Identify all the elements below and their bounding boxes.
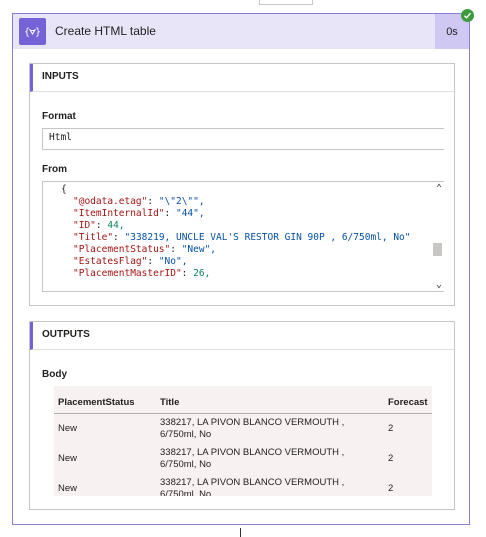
cell-placement-status: New bbox=[58, 423, 78, 434]
action-header[interactable]: { } Create HTML table 0s bbox=[13, 14, 469, 49]
from-label: From bbox=[42, 164, 67, 175]
svg-text:{: { bbox=[24, 27, 30, 38]
table-row: New 338217, LA PIVON BLANCO VERMOUTH , 6… bbox=[54, 474, 432, 496]
checkmark-icon bbox=[461, 9, 474, 22]
column-header: Title bbox=[156, 386, 384, 414]
cell-title: 338217, LA PIVON BLANCO VERMOUTH , 6/750… bbox=[160, 447, 345, 470]
cell-title: 338217, LA PIVON BLANCO VERMOUTH , 6/750… bbox=[160, 417, 345, 440]
outputs-panel: OUTPUTS Body PlacementStatus Title Forec… bbox=[29, 321, 455, 510]
format-field[interactable]: Html bbox=[42, 128, 444, 150]
column-header: Forecast bbox=[384, 386, 432, 414]
connector-bottom bbox=[240, 528, 241, 537]
output-table: PlacementStatus Title Forecast New 33821… bbox=[54, 386, 432, 496]
cell-forecast: 2 bbox=[388, 423, 394, 434]
action-title: Create HTML table bbox=[55, 24, 156, 38]
format-label: Format bbox=[42, 111, 76, 122]
code-line: { bbox=[61, 184, 67, 195]
cell-placement-status: New bbox=[58, 483, 78, 494]
cell-forecast: 2 bbox=[388, 483, 394, 494]
code-line: "ID": 44, bbox=[73, 220, 125, 231]
cell-forecast: 2 bbox=[388, 453, 394, 464]
cell-placement-status: New bbox=[58, 453, 78, 464]
code-line: "EstatesFlag": "No", bbox=[73, 256, 188, 267]
chevron-up-icon[interactable]: ⌃ bbox=[436, 183, 442, 194]
cell-title: 338217, LA PIVON BLANCO VERMOUTH , 6/750… bbox=[160, 477, 345, 496]
from-code-field[interactable]: { "@odata.etag": "\"2\"", "ItemInternalId"… bbox=[42, 181, 444, 292]
svg-text:}: } bbox=[35, 27, 41, 38]
code-line: "Title": "338219, UNCLE VAL'S RESTOR GIN… bbox=[73, 232, 411, 243]
html-table-preview: PlacementStatus Title Forecast New 33821… bbox=[54, 386, 432, 496]
table-header-row: PlacementStatus Title Forecast bbox=[54, 386, 432, 414]
code-line: "PlacementStatus": "New", bbox=[73, 244, 217, 255]
code-line: "@odata.etag": "\"2\"", bbox=[73, 196, 205, 207]
scrollbar-thumb[interactable] bbox=[433, 243, 442, 256]
column-header: PlacementStatus bbox=[54, 386, 156, 414]
chevron-down-icon[interactable]: ⌄ bbox=[436, 279, 442, 290]
table-row: New 338217, LA PIVON BLANCO VERMOUTH , 6… bbox=[54, 444, 432, 474]
inputs-header[interactable]: INPUTS bbox=[30, 64, 454, 92]
connector-top bbox=[259, 0, 313, 5]
inputs-panel: INPUTS Format Html From { "@odata.etag": … bbox=[29, 63, 455, 306]
curly-brace-action-icon: { } bbox=[19, 18, 46, 45]
outputs-header[interactable]: OUTPUTS bbox=[30, 322, 454, 350]
table-row: New 338217, LA PIVON BLANCO VERMOUTH , 6… bbox=[54, 414, 432, 445]
code-line: "ItemInternalId": "44", bbox=[73, 208, 205, 219]
code-line: "PlacementMasterID": 26, bbox=[73, 268, 211, 279]
body-label: Body bbox=[42, 369, 67, 380]
